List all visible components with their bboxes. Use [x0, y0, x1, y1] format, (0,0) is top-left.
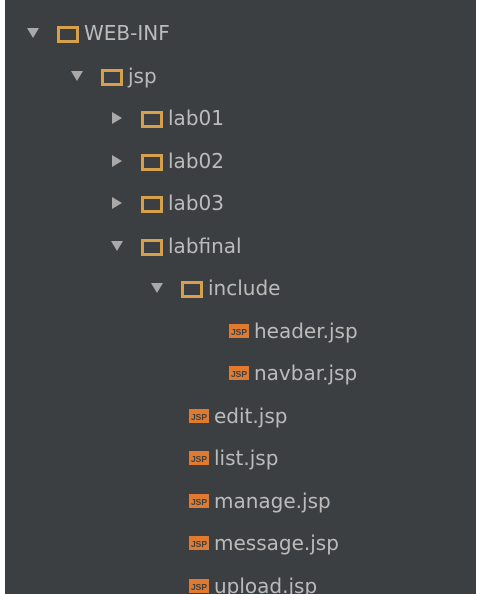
tree-node-label: header.jsp	[254, 318, 358, 343]
expanded-arrow-icon[interactable]	[147, 278, 167, 298]
tree-node-edit-jsp[interactable]: JSP edit.jsp	[5, 395, 476, 438]
tree-node-label: edit.jsp	[214, 403, 288, 428]
tree-node-label: navbar.jsp	[254, 361, 358, 386]
svg-text:JSP: JSP	[191, 412, 207, 422]
expanded-arrow-icon[interactable]	[107, 236, 127, 256]
tree-node-lab03[interactable]: lab03	[5, 182, 476, 225]
file-tree: WEB-INF jsp lab01 lab02 lab03 labfinal i…	[5, 12, 476, 594]
tree-node-label: manage.jsp	[214, 488, 331, 513]
tree-node-lab01[interactable]: lab01	[5, 97, 476, 140]
jsp-file-icon: JSP	[189, 491, 209, 511]
jsp-file-icon: JSP	[189, 533, 209, 553]
folder-icon	[57, 24, 79, 44]
expanded-arrow-icon[interactable]	[23, 23, 43, 43]
tree-node-list-jsp[interactable]: JSP list.jsp	[5, 437, 476, 480]
tree-node-lab02[interactable]: lab02	[5, 140, 476, 183]
tree-node-manage-jsp[interactable]: JSP manage.jsp	[5, 480, 476, 523]
tree-node-label: lab02	[168, 148, 224, 173]
tree-node-label: jsp	[128, 63, 157, 88]
folder-icon	[141, 237, 163, 256]
folder-icon	[141, 109, 163, 129]
collapsed-arrow-icon[interactable]	[107, 193, 127, 213]
tree-node-label: labfinal	[168, 233, 242, 258]
folder-icon	[141, 152, 163, 171]
folder-icon	[101, 67, 123, 86]
svg-text:JSP: JSP	[191, 539, 207, 549]
tree-node-include[interactable]: include	[5, 267, 476, 310]
folder-icon	[141, 194, 163, 214]
expanded-arrow-icon[interactable]	[67, 66, 87, 86]
jsp-file-icon: JSP	[229, 321, 249, 341]
svg-text:JSP: JSP	[191, 454, 207, 464]
folder-icon	[181, 279, 203, 299]
svg-text:JSP: JSP	[191, 582, 207, 592]
tree-node-label: include	[208, 276, 281, 301]
jsp-file-icon: JSP	[189, 406, 209, 426]
jsp-file-icon: JSP	[189, 448, 209, 468]
tree-node-web-inf[interactable]: WEB-INF	[5, 12, 476, 55]
svg-text:JSP: JSP	[231, 327, 247, 337]
tree-node-navbar-jsp[interactable]: JSP navbar.jsp	[5, 352, 476, 395]
tree-node-label: WEB-INF	[84, 21, 170, 46]
collapsed-arrow-icon[interactable]	[107, 151, 127, 171]
jsp-file-icon: JSP	[229, 363, 249, 383]
collapsed-arrow-icon[interactable]	[107, 108, 127, 128]
tree-node-message-jsp[interactable]: JSP message.jsp	[5, 522, 476, 565]
tree-node-upload-jsp[interactable]: JSP upload.jsp	[5, 565, 476, 594]
tree-node-label: lab01	[168, 106, 224, 131]
jsp-file-icon: JSP	[189, 576, 209, 594]
svg-text:JSP: JSP	[191, 497, 207, 507]
tree-node-header-jsp[interactable]: JSP header.jsp	[5, 310, 476, 353]
tree-node-jsp[interactable]: jsp	[5, 55, 476, 98]
tree-node-label: upload.jsp	[214, 573, 318, 594]
project-tree-panel: WEB-INF jsp lab01 lab02 lab03 labfinal i…	[5, 0, 476, 594]
svg-text:JSP: JSP	[231, 369, 247, 379]
tree-node-label: message.jsp	[214, 531, 339, 556]
tree-node-label: list.jsp	[214, 446, 279, 471]
tree-node-label: lab03	[168, 191, 224, 216]
tree-node-labfinal[interactable]: labfinal	[5, 225, 476, 268]
